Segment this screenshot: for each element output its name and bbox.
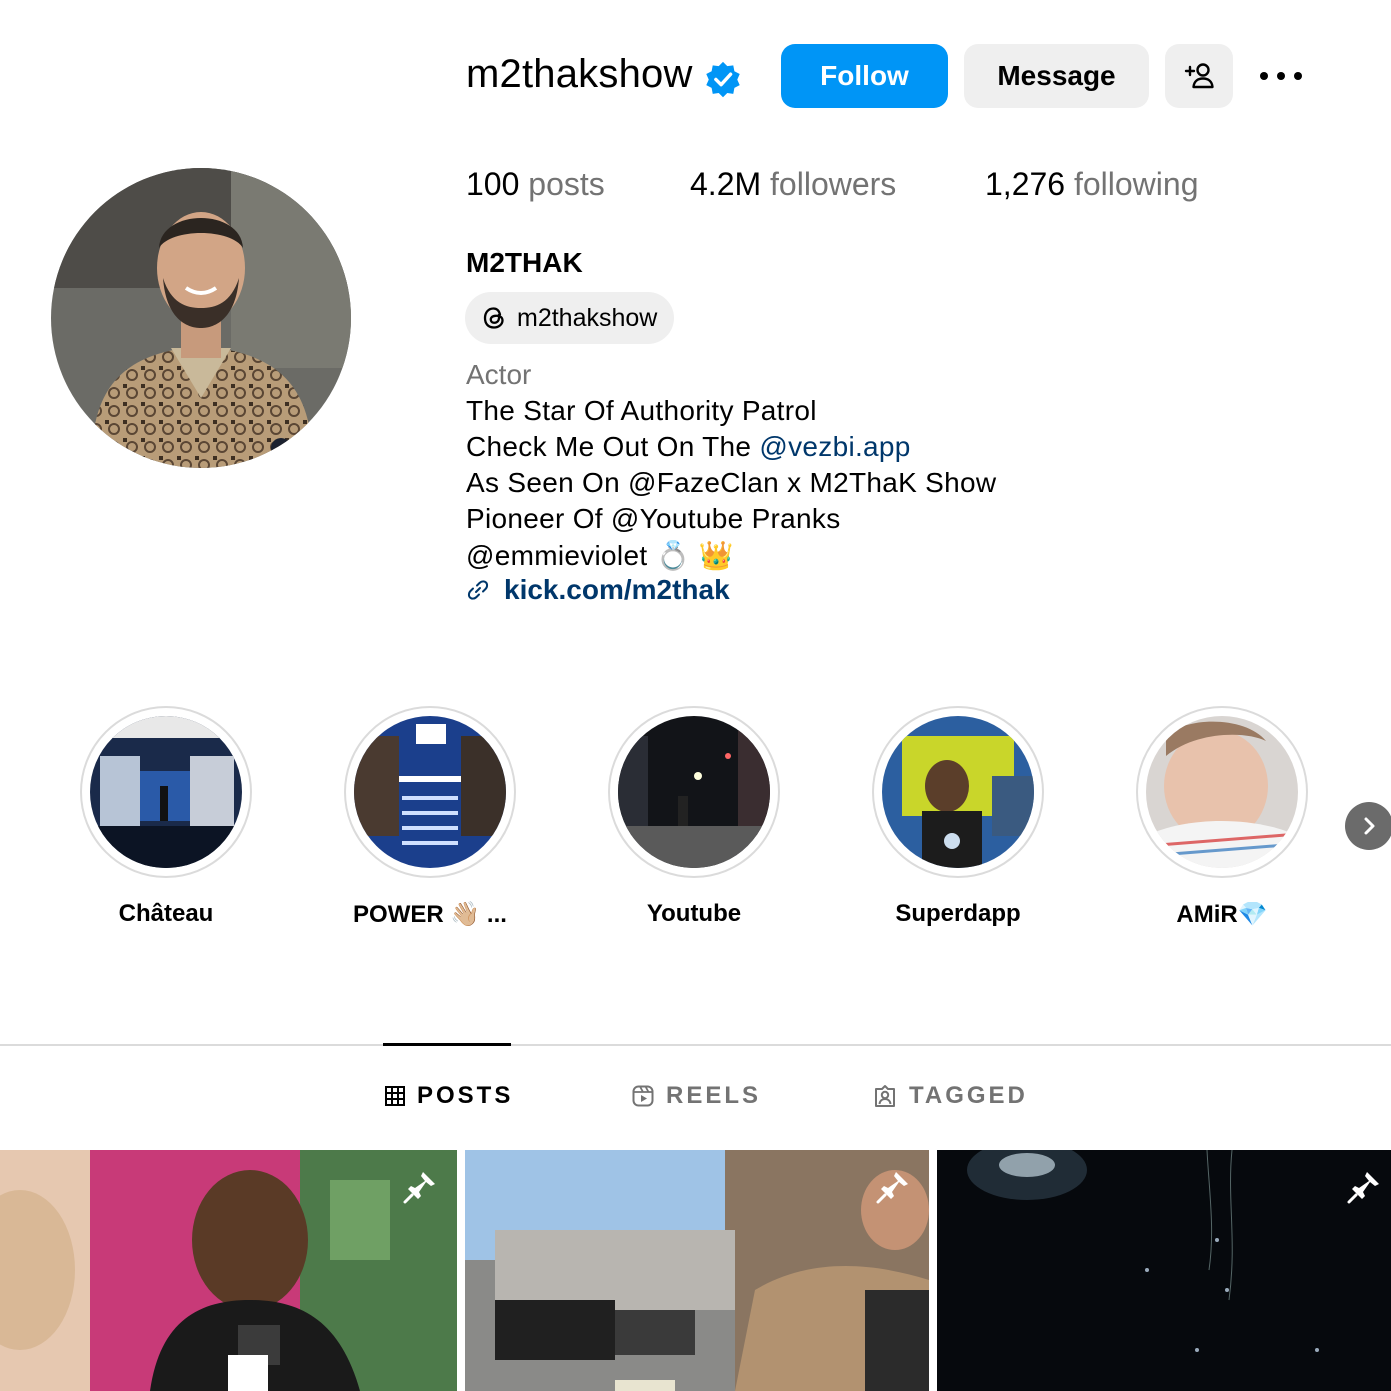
threads-badge[interactable]: m2thakshow <box>465 292 674 344</box>
link-icon <box>467 580 489 600</box>
tagged-icon <box>875 1085 895 1107</box>
post-thumbnail[interactable] <box>0 1150 457 1391</box>
bio-line: The Star Of Authority Patrol <box>466 395 817 426</box>
followers-count-value: 4.2M <box>690 166 762 202</box>
tab-label: TAGGED <box>909 1082 1028 1109</box>
followers-count-label: followers <box>770 166 897 202</box>
highlights-next-button[interactable] <box>1345 802 1391 850</box>
following-link[interactable]: 1,276 following <box>985 166 1198 203</box>
profile-category: Actor <box>466 359 532 390</box>
message-button[interactable]: Message <box>964 44 1149 108</box>
highlight-label: Château <box>118 900 214 927</box>
more-options-button[interactable] <box>1255 44 1307 108</box>
post-thumbnail[interactable] <box>937 1150 1391 1391</box>
highlight-label: POWER 👋🏼 ... <box>353 901 507 928</box>
highlight-cover <box>90 716 242 868</box>
following-count-value: 1,276 <box>985 166 1066 202</box>
suggest-accounts-button[interactable] <box>1165 44 1233 108</box>
highlight-superdapp[interactable] <box>872 706 1044 878</box>
verified-badge-icon <box>706 61 740 98</box>
tab-label: REELS <box>666 1082 762 1109</box>
active-tab-indicator <box>383 1043 511 1046</box>
follow-button[interactable]: Follow <box>781 44 948 108</box>
followers-link[interactable]: 4.2M followers <box>690 166 896 203</box>
bio-line: Pioneer Of @Youtube Pranks <box>466 503 841 534</box>
chevron-right-icon <box>1364 817 1375 835</box>
highlight-label: Youtube <box>646 900 742 927</box>
profile-username: m2thakshow <box>466 52 693 96</box>
threads-icon <box>483 307 504 329</box>
highlight-cover <box>882 716 1034 868</box>
highlight-amir[interactable] <box>1136 706 1308 878</box>
external-link-text: kick.com/m2thak <box>504 574 730 605</box>
bio-line: Check Me Out On The @vezbi.app <box>466 431 911 463</box>
highlight-cover <box>354 716 506 868</box>
bio-text: Check Me Out On The <box>466 431 760 462</box>
highlight-youtube[interactable] <box>608 706 780 878</box>
tab-reels[interactable]: REELS <box>632 1082 761 1110</box>
profile-avatar[interactable] <box>51 168 351 468</box>
threads-handle: m2thakshow <box>517 303 658 332</box>
pin-icon <box>1347 1172 1379 1204</box>
add-user-icon <box>1184 63 1214 89</box>
highlight-power[interactable] <box>344 706 516 878</box>
post-thumbnail[interactable] <box>465 1150 929 1391</box>
bio-line: @emmieviolet 💍 👑 <box>466 540 734 571</box>
full-name: M2THAK <box>466 247 583 278</box>
following-count-label: following <box>1073 166 1199 202</box>
tab-posts[interactable]: POSTS <box>385 1082 513 1110</box>
grid-icon <box>385 1086 405 1106</box>
external-link[interactable]: kick.com/m2thak <box>466 574 730 606</box>
highlight-cover <box>618 716 770 868</box>
posts-count-value: 100 <box>466 166 520 202</box>
pin-icon <box>403 1172 435 1204</box>
posts-count: 100 posts <box>466 166 605 203</box>
bio-line: As Seen On @FazeClan x M2ThaK Show <box>466 467 997 498</box>
tab-label: POSTS <box>417 1082 514 1109</box>
reels-icon <box>632 1085 654 1107</box>
tabs-divider <box>0 1044 1391 1046</box>
more-options-icon <box>1260 72 1302 80</box>
highlight-cover <box>1146 716 1298 868</box>
posts-count-label: posts <box>528 166 605 202</box>
tab-tagged[interactable]: TAGGED <box>873 1082 1028 1110</box>
bio-mention-link[interactable]: @vezbi.app <box>759 431 910 462</box>
highlight-label: Superdapp <box>895 900 1021 927</box>
highlight-chateau[interactable] <box>80 706 252 878</box>
pin-icon <box>876 1172 908 1204</box>
highlight-label: AMiR💎 <box>1176 901 1268 928</box>
